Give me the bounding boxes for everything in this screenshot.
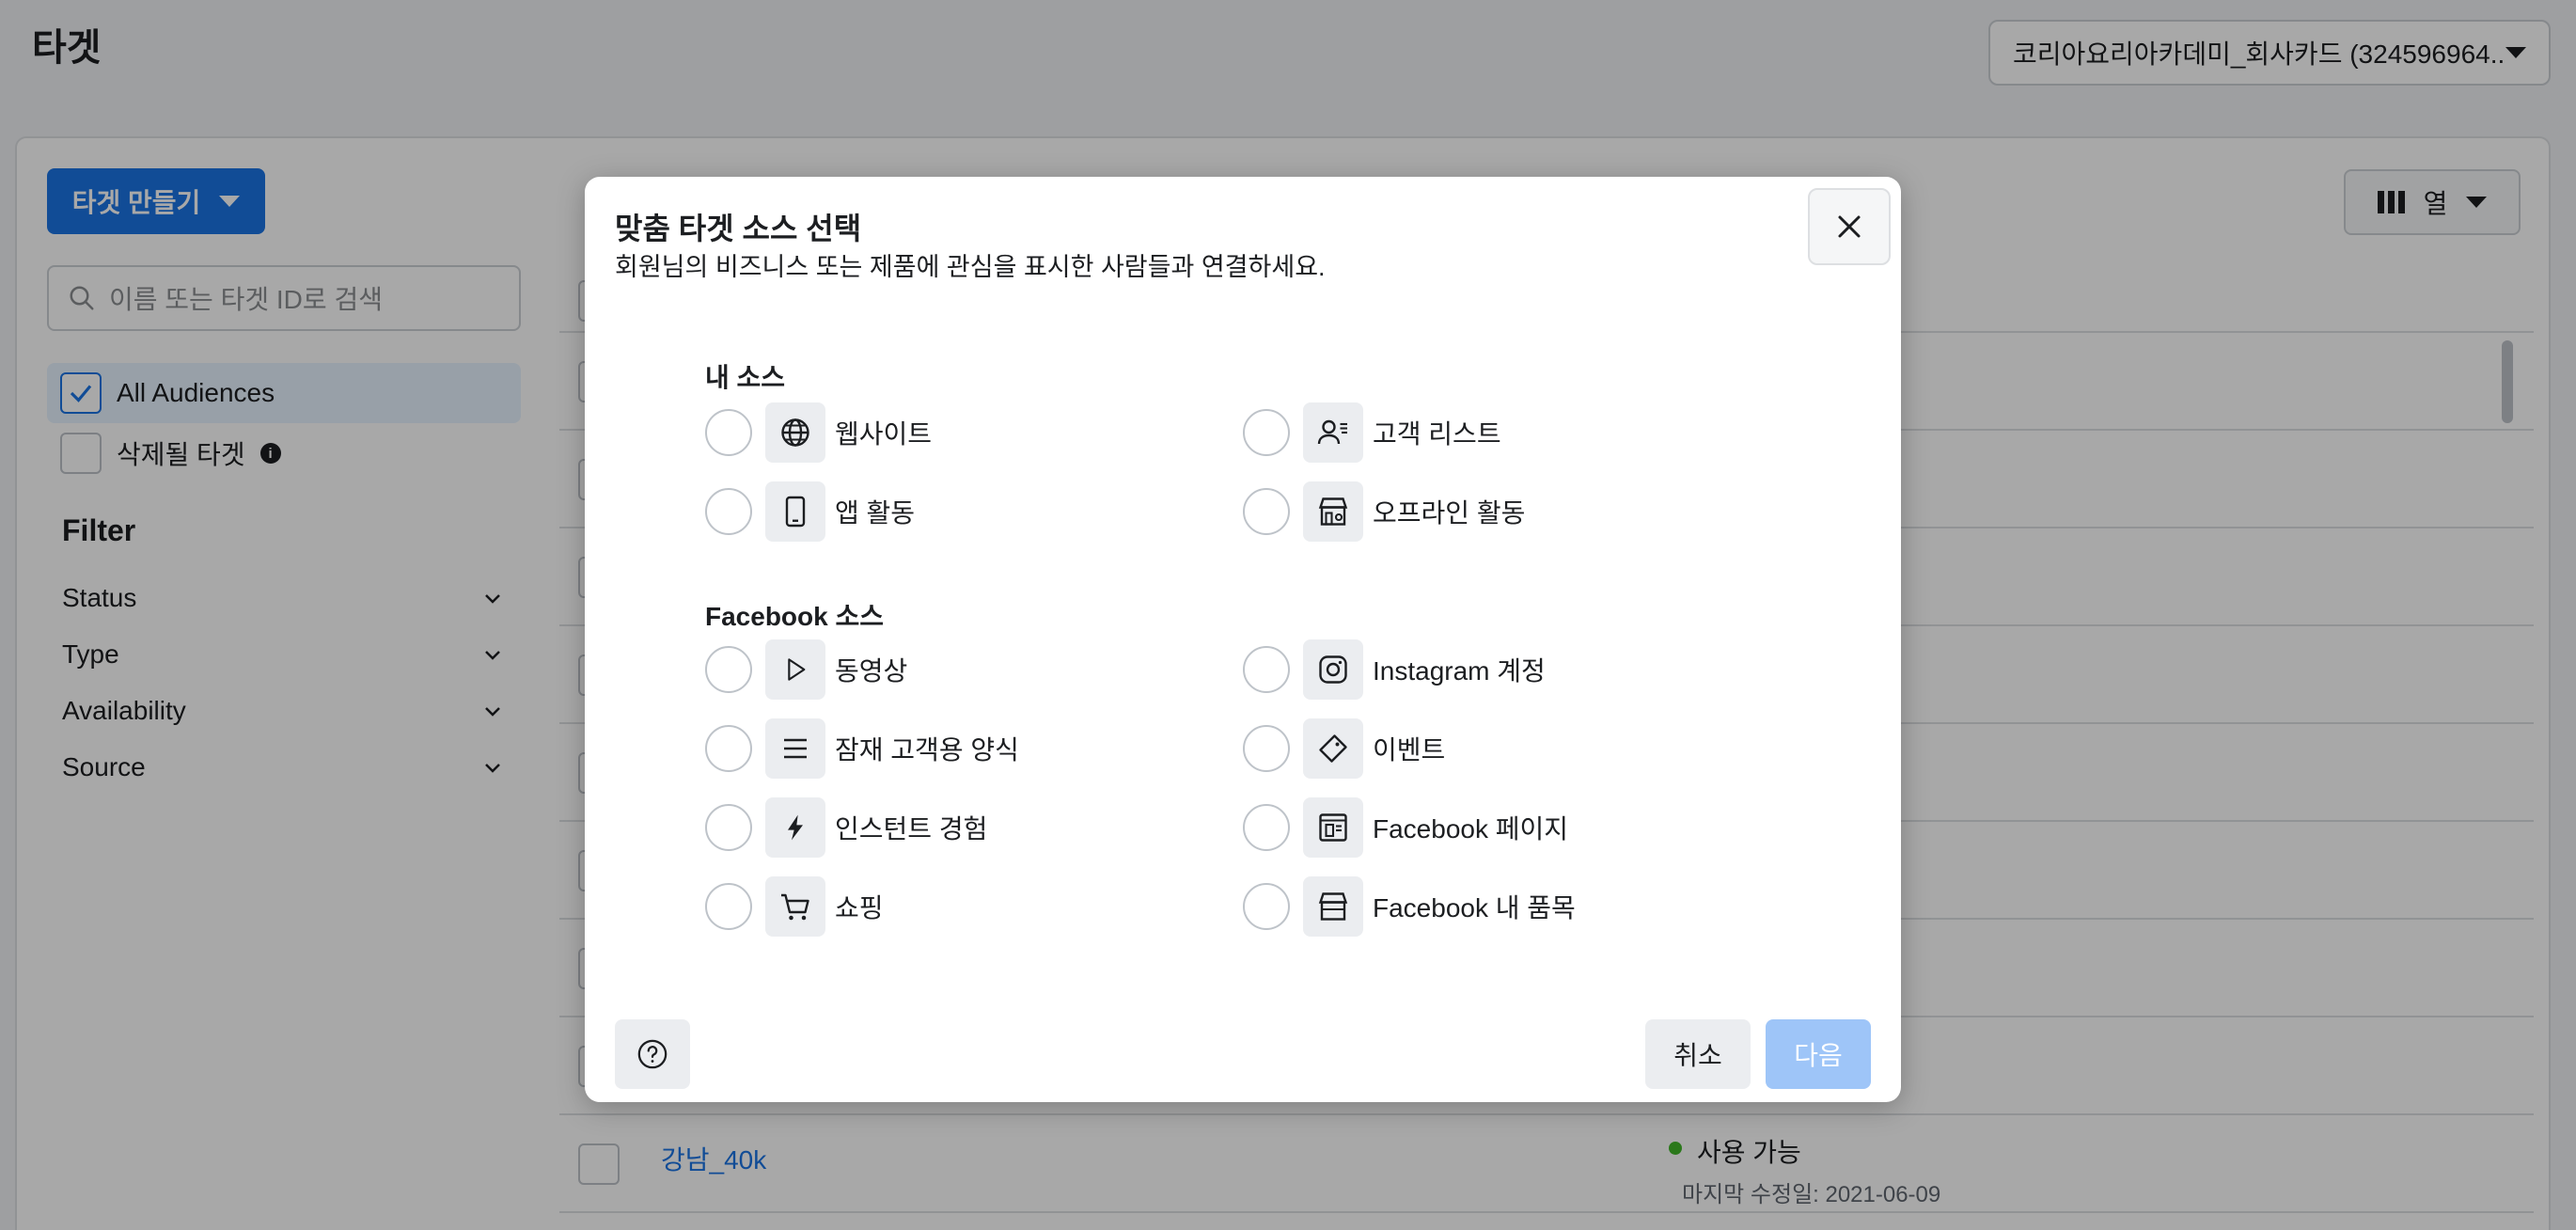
option-instagram-account[interactable]: Instagram 계정 <box>1243 639 1546 700</box>
source-select-dialog: 맞춤 타겟 소스 선택 회원님의 비즈니스 또는 제품에 관심을 표시한 사람들… <box>585 177 1901 1102</box>
close-icon <box>1838 215 1861 238</box>
radio-event[interactable] <box>1243 725 1290 772</box>
shop-icon <box>1303 876 1363 937</box>
radio-website[interactable] <box>705 409 752 456</box>
lightning-icon <box>765 797 825 858</box>
radio-instagram-account[interactable] <box>1243 646 1290 693</box>
option-facebook-listing[interactable]: Facebook 내 품목 <box>1243 876 1576 937</box>
radio-app-activity[interactable] <box>705 488 752 535</box>
option-website-label: 웹사이트 <box>835 419 933 449</box>
next-button[interactable]: 다음 <box>1766 1019 1871 1089</box>
option-facebook-listing-label: Facebook 내 품목 <box>1373 893 1576 922</box>
option-lead-form-label: 잠재 고객용 양식 <box>835 735 1019 765</box>
option-customer-list-label: 고객 리스트 <box>1373 419 1501 449</box>
globe-icon <box>765 402 825 463</box>
facebook-sources-title: Facebook 소스 <box>705 602 885 631</box>
help-icon <box>637 1039 668 1069</box>
radio-video[interactable] <box>705 646 752 693</box>
mobile-icon <box>765 481 825 542</box>
option-video[interactable]: 동영상 <box>705 639 907 700</box>
ticket-icon <box>1303 718 1363 779</box>
dialog-title: 맞춤 타겟 소스 선택 <box>615 212 862 245</box>
option-customer-list[interactable]: 고객 리스트 <box>1243 402 1501 463</box>
radio-customer-list[interactable] <box>1243 409 1290 456</box>
option-instagram-account-label: Instagram 계정 <box>1373 656 1546 686</box>
dialog-subtitle: 회원님의 비즈니스 또는 제품에 관심을 표시한 사람들과 연결하세요. <box>615 253 1326 281</box>
option-shopping-label: 쇼핑 <box>835 893 884 922</box>
customer-list-icon <box>1303 402 1363 463</box>
option-shopping[interactable]: 쇼핑 <box>705 876 884 937</box>
radio-facebook-listing[interactable] <box>1243 883 1290 930</box>
option-instant-experience[interactable]: 인스턴트 경험 <box>705 797 987 858</box>
option-instant-experience-label: 인스턴트 경험 <box>835 814 988 844</box>
option-app-activity[interactable]: 앱 활동 <box>705 481 915 542</box>
radio-instant-experience[interactable] <box>705 804 752 851</box>
option-event[interactable]: 이벤트 <box>1243 718 1445 779</box>
option-offline-activity-label: 오프라인 활동 <box>1373 498 1526 528</box>
cart-icon <box>765 876 825 937</box>
radio-offline-activity[interactable] <box>1243 488 1290 535</box>
radio-lead-form[interactable] <box>705 725 752 772</box>
my-sources-title: 내 소스 <box>705 363 786 392</box>
lines-icon <box>765 718 825 779</box>
option-video-label: 동영상 <box>835 656 908 686</box>
option-website[interactable]: 웹사이트 <box>705 402 932 463</box>
option-lead-form[interactable]: 잠재 고객용 양식 <box>705 718 1019 779</box>
radio-facebook-page[interactable] <box>1243 804 1290 851</box>
cancel-button[interactable]: 취소 <box>1645 1019 1751 1089</box>
option-facebook-page-label: Facebook 페이지 <box>1373 814 1569 844</box>
play-icon <box>765 639 825 700</box>
option-offline-activity[interactable]: 오프라인 활동 <box>1243 481 1525 542</box>
close-button[interactable] <box>1808 188 1891 265</box>
option-facebook-page[interactable]: Facebook 페이지 <box>1243 797 1568 858</box>
help-button[interactable] <box>615 1019 690 1089</box>
page-icon <box>1303 797 1363 858</box>
instagram-icon <box>1303 639 1363 700</box>
option-event-label: 이벤트 <box>1373 735 1446 765</box>
radio-shopping[interactable] <box>705 883 752 930</box>
store-icon <box>1303 481 1363 542</box>
option-app-activity-label: 앱 활동 <box>835 498 916 528</box>
